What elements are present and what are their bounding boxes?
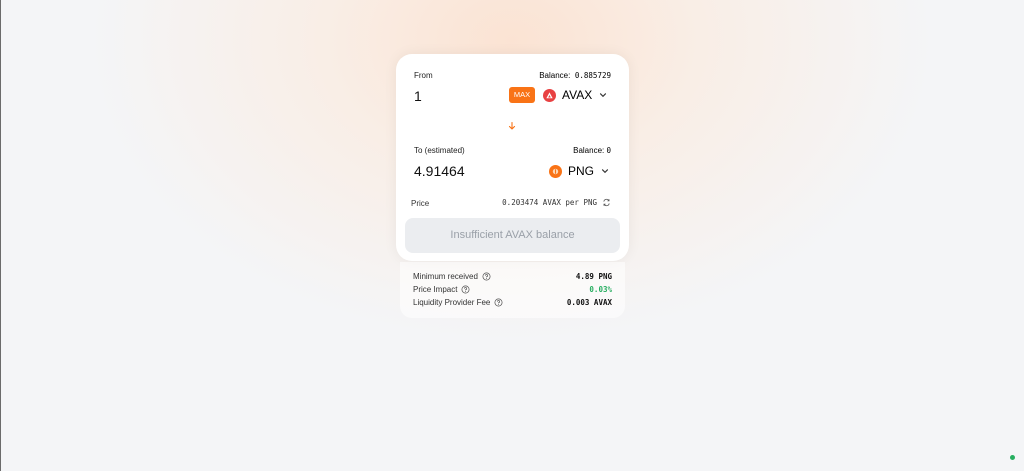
insufficient-balance-button[interactable]: Insufficient AVAX balance <box>405 218 620 253</box>
avax-icon <box>543 88 556 102</box>
detail-label: Liquidity Provider Fee <box>413 297 491 307</box>
question-icon[interactable] <box>494 298 503 307</box>
status-dot-icon <box>1010 455 1015 460</box>
detail-value: 0.003 AVAX <box>566 297 612 307</box>
detail-row-price-impact: Price Impact 0.03% <box>413 283 612 295</box>
from-label: From <box>414 71 433 80</box>
refresh-icon[interactable] <box>602 198 611 207</box>
from-token-select[interactable]: AVAX <box>543 88 608 102</box>
trade-details-panel: Minimum received 4.89 PNG Price Impact 0… <box>400 262 625 318</box>
window-edge <box>0 0 1 471</box>
to-token-select[interactable]: PNG <box>549 164 610 178</box>
to-amount-input[interactable]: 4.91464 <box>414 163 465 179</box>
from-balance-value: 0.885729 <box>574 71 611 80</box>
detail-label: Price Impact <box>413 284 458 294</box>
detail-value: 4.89 PNG <box>575 271 612 281</box>
to-token-name: PNG <box>568 164 595 178</box>
from-amount-input[interactable]: 1 <box>414 88 422 104</box>
chevron-down-icon <box>601 169 609 174</box>
to-label: To (estimated) <box>414 146 465 155</box>
detail-value: 0.03% <box>589 284 612 294</box>
question-icon[interactable] <box>482 272 491 281</box>
price-label: Price <box>411 199 430 208</box>
price-value-text: 0.203474 AVAX per PNG <box>502 198 597 207</box>
question-icon[interactable] <box>461 285 470 294</box>
swap-card: From Balance: 0.885729 1 MAX AVAX To (es… <box>396 54 629 261</box>
from-balance: Balance: 0.885729 <box>539 71 611 80</box>
max-button[interactable]: MAX <box>509 87 535 103</box>
detail-label: Minimum received <box>413 271 478 281</box>
png-icon <box>549 164 562 178</box>
to-balance-label: Balance: <box>573 146 605 155</box>
chevron-down-icon <box>600 93 607 98</box>
arrow-down-icon[interactable] <box>506 120 518 132</box>
price-value: 0.203474 AVAX per PNG <box>502 198 611 207</box>
detail-row-liquidity-fee: Liquidity Provider Fee 0.003 AVAX <box>413 296 612 308</box>
network-status <box>1010 455 1015 460</box>
detail-row-minimum-received: Minimum received 4.89 PNG <box>413 270 612 282</box>
from-token-name: AVAX <box>562 88 593 102</box>
to-balance-value: 0 <box>606 146 611 155</box>
to-balance: Balance: 0 <box>573 146 611 155</box>
from-balance-label: Balance: <box>539 71 571 80</box>
